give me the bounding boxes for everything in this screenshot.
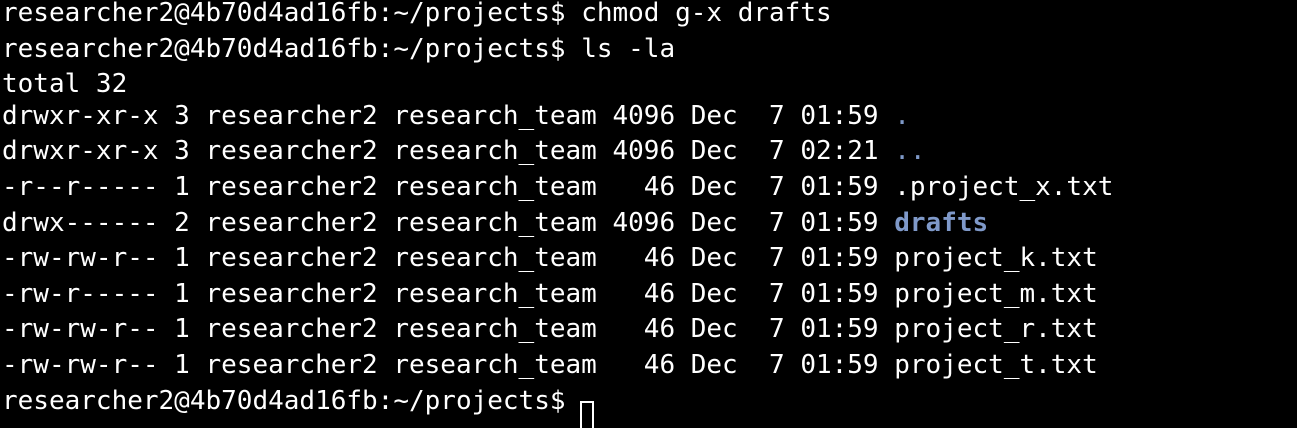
file-metadata: drwx------ 2 researcher2 research_team 4… bbox=[2, 207, 895, 238]
file-metadata: drwxr-xr-x 3 researcher2 research_team 4… bbox=[2, 100, 895, 131]
total-line: total 32 bbox=[2, 69, 128, 100]
command-line-1: researcher2@4b70d4ad16fb:~/projects$ chm… bbox=[2, 0, 1297, 32]
current-prompt-line[interactable]: researcher2@4b70d4ad16fb:~/projects$ bbox=[2, 384, 1297, 428]
listing-row: drwxr-xr-x 3 researcher2 research_team 4… bbox=[2, 134, 1297, 170]
file-metadata: -rw-rw-r-- 1 researcher2 research_team 4… bbox=[2, 349, 895, 380]
file-metadata: -rw-rw-r-- 1 researcher2 research_team 4… bbox=[2, 243, 895, 274]
listing-row: -r--r----- 1 researcher2 research_team 4… bbox=[2, 170, 1297, 206]
listing-row: -rw-rw-r-- 1 researcher2 research_team 4… bbox=[2, 241, 1297, 277]
listing-row: drwx------ 2 researcher2 research_team 4… bbox=[2, 206, 1297, 242]
cursor-icon bbox=[579, 400, 594, 428]
listing-row: -rw-rw-r-- 1 researcher2 research_team 4… bbox=[2, 348, 1297, 384]
command-text: ls -la bbox=[581, 33, 676, 64]
directory-listing: drwxr-xr-x 3 researcher2 research_team 4… bbox=[2, 99, 1297, 384]
terminal-window[interactable]: researcher2@4b70d4ad16fb:~/projects$ chm… bbox=[0, 0, 1297, 428]
file-name: .. bbox=[894, 136, 926, 167]
listing-row: -rw-r----- 1 researcher2 research_team 4… bbox=[2, 277, 1297, 313]
prompt: researcher2@4b70d4ad16fb:~/projects$ bbox=[2, 0, 566, 28]
file-name: project_m.txt bbox=[894, 278, 1098, 309]
file-name: project_r.txt bbox=[894, 314, 1098, 345]
file-name: project_t.txt bbox=[894, 349, 1098, 380]
command-text: chmod g-x drafts bbox=[581, 0, 832, 28]
file-name: .project_x.txt bbox=[894, 171, 1114, 202]
prompt: researcher2@4b70d4ad16fb:~/projects$ bbox=[2, 33, 566, 64]
file-metadata: -rw-r----- 1 researcher2 research_team 4… bbox=[2, 278, 895, 309]
command-line-2: researcher2@4b70d4ad16fb:~/projects$ ls … bbox=[2, 32, 1297, 68]
prompt: researcher2@4b70d4ad16fb:~/projects$ bbox=[2, 385, 566, 416]
file-name: . bbox=[894, 100, 910, 131]
file-name: project_k.txt bbox=[894, 243, 1098, 274]
file-metadata: drwxr-xr-x 3 researcher2 research_team 4… bbox=[2, 136, 895, 167]
listing-row: drwxr-xr-x 3 researcher2 research_team 4… bbox=[2, 99, 1297, 135]
file-name: drafts bbox=[894, 207, 989, 238]
file-metadata: -rw-rw-r-- 1 researcher2 research_team 4… bbox=[2, 314, 895, 345]
file-metadata: -r--r----- 1 researcher2 research_team 4… bbox=[2, 171, 895, 202]
listing-row: -rw-rw-r-- 1 researcher2 research_team 4… bbox=[2, 312, 1297, 348]
